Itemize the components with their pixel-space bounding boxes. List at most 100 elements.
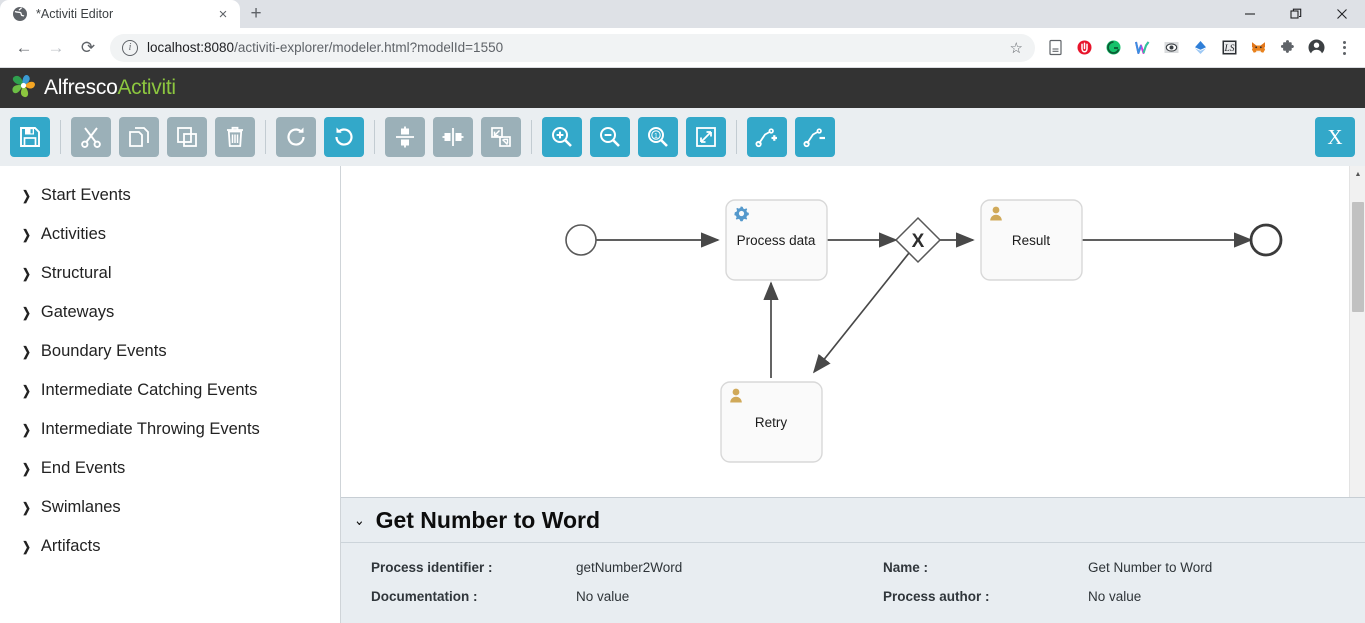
properties-column-left: Process identifier : getNumber2Word Docu…	[341, 553, 853, 611]
eye-icon[interactable]	[1157, 34, 1185, 62]
extensions-puzzle-icon[interactable]	[1273, 34, 1301, 62]
diamond-icon[interactable]	[1186, 34, 1214, 62]
chevron-right-icon: ❯	[22, 344, 31, 360]
new-tab-button[interactable]: +	[242, 0, 270, 28]
delete-button[interactable]	[215, 117, 255, 157]
brand-alfresco-text: Alfresco	[44, 76, 117, 99]
property-row: Documentation : No value	[341, 582, 853, 611]
chevron-right-icon: ❯	[22, 227, 31, 243]
browser-tab-strip: *Activiti Editor × +	[0, 0, 1365, 28]
align-vertical-button[interactable]	[385, 117, 425, 157]
redo-button[interactable]	[276, 117, 316, 157]
address-bar-url: localhost:8080/activiti-explorer/modeler…	[147, 40, 503, 55]
add-bendpoint-button[interactable]	[747, 117, 787, 157]
url-path: /activiti-explorer/modeler.html?modelId=…	[234, 40, 503, 55]
palette-group-swimlanes[interactable]: ❯ Swimlanes	[0, 488, 340, 527]
palette-group-structural[interactable]: ❯ Structural	[0, 254, 340, 293]
shape-palette: ❯ Start Events ❯ Activities ❯ Structural…	[0, 166, 341, 623]
window-maximize-button[interactable]	[1273, 0, 1319, 28]
metamask-fox-icon[interactable]	[1244, 34, 1272, 62]
zoom-fit-button[interactable]	[686, 117, 726, 157]
ls-icon[interactable]: LS	[1215, 34, 1243, 62]
property-key: Process identifier :	[341, 560, 576, 575]
property-value[interactable]: getNumber2Word	[576, 560, 682, 575]
vertical-scroll-thumb[interactable]	[1352, 202, 1364, 312]
paste-button[interactable]	[167, 117, 207, 157]
chevron-right-icon: ❯	[22, 539, 31, 555]
diagram-canvas-area[interactable]: Process data X Result	[341, 166, 1365, 623]
palette-group-artifacts[interactable]: ❯ Artifacts	[0, 527, 340, 566]
user-task-retry: Retry	[721, 382, 822, 462]
alfresco-logo-icon	[10, 72, 37, 104]
property-value[interactable]: Get Number to Word	[1088, 560, 1212, 575]
toolbar-divider	[736, 120, 737, 154]
chevron-right-icon: ❯	[22, 500, 31, 516]
task-label: Result	[1012, 233, 1051, 248]
property-value[interactable]: No value	[1088, 589, 1141, 604]
reload-icon[interactable]: ⟳	[72, 32, 104, 64]
close-icon[interactable]: ×	[214, 5, 232, 23]
flow-gateway-to-retry	[814, 253, 909, 372]
chevron-down-icon[interactable]: ⌄	[354, 511, 365, 529]
palette-group-label: Start Events	[41, 186, 131, 205]
browser-tab-title: *Activiti Editor	[36, 7, 214, 21]
palette-group-label: End Events	[41, 459, 125, 478]
properties-column-right: Name : Get Number to Word Process author…	[853, 553, 1365, 611]
service-task-process-data: Process data	[726, 200, 827, 280]
palette-group-intermediate-catching-events[interactable]: ❯ Intermediate Catching Events	[0, 371, 340, 410]
page-title: Get Number to Word	[376, 507, 600, 534]
palette-group-label: Artifacts	[41, 537, 101, 556]
zoom-in-button[interactable]	[542, 117, 582, 157]
undo-button[interactable]	[324, 117, 364, 157]
window-close-button[interactable]	[1319, 0, 1365, 28]
properties-grid: Process identifier : getNumber2Word Docu…	[341, 543, 1365, 611]
alfresco-brand[interactable]: AlfrescoActiviti	[10, 72, 176, 104]
property-key: Name :	[853, 560, 1088, 575]
properties-header[interactable]: ⌄ Get Number to Word	[341, 498, 1365, 543]
palette-group-activities[interactable]: ❯ Activities	[0, 215, 340, 254]
save-button[interactable]	[10, 117, 50, 157]
window-controls	[1227, 0, 1365, 28]
end-event-node	[1251, 225, 1281, 255]
back-icon[interactable]: ←	[8, 32, 40, 64]
cut-button[interactable]	[71, 117, 111, 157]
browser-menu-button[interactable]	[1331, 34, 1357, 62]
adblock-icon[interactable]	[1070, 34, 1098, 62]
close-editor-button[interactable]: X	[1315, 117, 1355, 157]
palette-group-start-events[interactable]: ❯ Start Events	[0, 176, 340, 215]
address-bar[interactable]: i localhost:8080/activiti-explorer/model…	[110, 34, 1035, 62]
palette-group-label: Structural	[41, 264, 112, 283]
editor-toolbar: 1 X	[0, 108, 1365, 166]
toolbar-divider	[265, 120, 266, 154]
zoom-out-button[interactable]	[590, 117, 630, 157]
properties-panel: ⌄ Get Number to Word Process identifier …	[341, 497, 1365, 623]
chevron-right-icon: ❯	[22, 266, 31, 282]
bookmark-star-icon[interactable]: ☆	[1002, 39, 1023, 57]
grammarly-icon[interactable]	[1099, 34, 1127, 62]
palette-group-intermediate-throwing-events[interactable]: ❯ Intermediate Throwing Events	[0, 410, 340, 449]
profile-avatar-icon[interactable]	[1302, 34, 1330, 62]
palette-group-boundary-events[interactable]: ❯ Boundary Events	[0, 332, 340, 371]
editor-body: ❯ Start Events ❯ Activities ❯ Structural…	[0, 166, 1365, 623]
copy-button[interactable]	[119, 117, 159, 157]
scroll-up-arrow-icon[interactable]: ▲	[1350, 166, 1365, 183]
exclusive-gateway-node: X	[896, 218, 940, 262]
task-label: Retry	[755, 415, 788, 430]
forward-icon[interactable]: →	[40, 32, 72, 64]
wallet-icon[interactable]	[1128, 34, 1156, 62]
same-size-button[interactable]	[481, 117, 521, 157]
align-horizontal-button[interactable]	[433, 117, 473, 157]
palette-group-label: Intermediate Throwing Events	[41, 420, 260, 439]
property-value[interactable]: No value	[576, 589, 629, 604]
chevron-right-icon: ❯	[22, 383, 31, 399]
gateway-label: X	[912, 231, 925, 252]
browser-toolbar: ← → ⟳ i localhost:8080/activiti-explorer…	[0, 28, 1365, 68]
zoom-actual-button[interactable]: 1	[638, 117, 678, 157]
browser-tab[interactable]: *Activiti Editor ×	[0, 0, 240, 28]
palette-group-end-events[interactable]: ❯ End Events	[0, 449, 340, 488]
site-info-icon[interactable]: i	[122, 40, 138, 56]
palette-group-gateways[interactable]: ❯ Gateways	[0, 293, 340, 332]
remove-bendpoint-button[interactable]	[795, 117, 835, 157]
reader-mode-icon[interactable]	[1041, 34, 1069, 62]
window-minimize-button[interactable]	[1227, 0, 1273, 28]
